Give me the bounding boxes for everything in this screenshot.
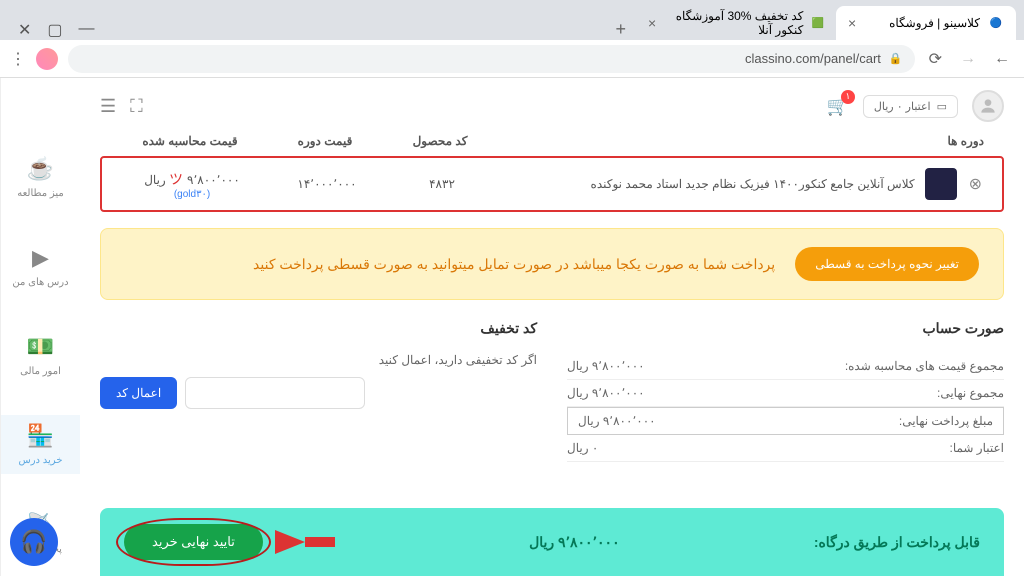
reload-icon[interactable]: ⟳ (925, 45, 946, 73)
discount-desc: اگر کد تخفیفی دارید، اعمال کنید (100, 353, 537, 367)
profile-avatar[interactable] (36, 48, 58, 70)
close-window-icon[interactable]: ✕ (18, 20, 31, 40)
summary-line: اعتبار شما: ۰ ریال (567, 435, 1004, 462)
sidebar-item-label: درس های من (12, 277, 68, 288)
change-payment-button[interactable]: تغییر نحوه پرداخت به قسطی (795, 247, 979, 281)
tab-title: کلاسینو | فروشگاه (889, 16, 980, 30)
confirm-purchase-button[interactable]: تایید نهایی خرید (124, 524, 263, 560)
col-course: دوره ها (490, 134, 984, 148)
discount-tag: (gold۳۰) (174, 189, 210, 200)
headset-icon: 🎧 (20, 529, 47, 555)
summary-value: ۹٬۸۰۰٬۰۰۰ ریال (578, 414, 656, 428)
payment-bar: قابل پرداخت از طریق درگاه: ۹٬۸۰۰٬۰۰۰ ریا… (100, 508, 1004, 576)
sidebar-item-finance[interactable]: 💵 امور مالی (1, 326, 80, 385)
lock-icon: 🔒 (889, 52, 903, 65)
cart-button[interactable]: 🛒۱ (826, 96, 848, 117)
credit-label: اعتبار ۰ ریال (874, 100, 931, 113)
alert-text: پرداخت شما به صورت یکجا میباشد در صورت ت… (125, 256, 775, 273)
sidebar-item-desk[interactable]: ☕ میز مطالعه (1, 148, 80, 207)
pay-amount: ۹٬۸۰۰٬۰۰۰ ریال (529, 534, 620, 551)
tab-favicon: 🔵 (988, 15, 1004, 31)
new-tab-button[interactable]: + (605, 19, 636, 40)
calculated-price: ツ۹٬۸۰۰٬۰۰۰ ریال (gold۳۰) (122, 169, 262, 200)
col-price: قیمت دوره (260, 134, 390, 148)
user-avatar[interactable] (972, 90, 1004, 122)
browser-nav-bar: ← → ⟳ 🔒 classino.com/panel/cart ⋮ (0, 40, 1024, 78)
desk-icon: ☕ (27, 156, 54, 182)
discount-panel: کد تخفیف اگر کد تخفیفی دارید، اعمال کنید… (100, 320, 537, 462)
cart-table-header: دوره ها کد محصول قیمت دوره قیمت محاسبه ش… (100, 134, 1004, 156)
cart-badge: ۱ (841, 90, 855, 104)
sidebar-item-shop[interactable]: 🏪 خرید درس (1, 415, 80, 474)
sidebar: ☕ میز مطالعه ▶ درس های من 💵 امور مالی 🏪 … (0, 78, 80, 576)
hamburger-icon[interactable]: ☰ (100, 96, 116, 117)
cart-item-row: ⊗ کلاس آنلاین جامع کنکور۱۴۰۰ فیزیک نظام … (100, 156, 1004, 212)
credit-display: ▭ اعتبار ۰ ریال (863, 95, 958, 118)
url-text: classino.com/panel/cart (745, 51, 881, 66)
arrow-annotation (305, 537, 335, 547)
remove-item-button[interactable]: ⊗ (969, 174, 982, 194)
sidebar-item-label: میز مطالعه (17, 188, 64, 199)
pay-label: قابل پرداخت از طریق درگاه: (814, 534, 980, 551)
col-calculated: قیمت محاسبه شده (120, 134, 260, 148)
apply-discount-button[interactable]: اعمال کد (100, 377, 177, 409)
summary-label: اعتبار شما: (598, 441, 1004, 455)
window-controls: — ▢ ✕ (8, 20, 105, 40)
browser-tab-active[interactable]: 🔵 کلاسینو | فروشگاه × (836, 6, 1016, 40)
summary-label: مجموع نهایی: (645, 386, 1004, 400)
url-bar[interactable]: 🔒 classino.com/panel/cart (68, 45, 915, 73)
summary-label: مبلغ پرداخت نهایی: (656, 414, 993, 428)
course-price: ۱۴٬۰۰۰٬۰۰۰ (262, 177, 392, 191)
summary-label: مجموع قیمت های محاسبه شده: (645, 359, 1004, 373)
summary-value: ۹٬۸۰۰٬۰۰۰ ریال (567, 359, 645, 373)
course-code: ۴۸۳۲ (392, 177, 492, 191)
forward-icon[interactable]: → (956, 46, 980, 72)
summary-value: ۹٬۸۰۰٬۰۰۰ ریال (567, 386, 645, 400)
tab-favicon: 🟩 (811, 15, 824, 31)
col-code: کد محصول (390, 134, 490, 148)
smile-icon: ツ (169, 171, 183, 187)
discount-input[interactable] (185, 377, 365, 409)
fullscreen-icon[interactable]: ⛶ (130, 96, 143, 117)
discount-title: کد تخفیف (100, 320, 537, 337)
main-content: ▭ اعتبار ۰ ریال 🛒۱ ⛶ ☰ دوره ها کد محصول … (80, 78, 1024, 576)
sidebar-item-label: امور مالی (20, 366, 61, 377)
money-icon: 💵 (27, 334, 54, 360)
close-icon[interactable]: × (848, 15, 856, 31)
sidebar-item-lessons[interactable]: ▶ درس های من (1, 237, 80, 296)
summary-value: ۰ ریال (567, 441, 598, 455)
support-chat-button[interactable]: 🎧 (10, 518, 58, 566)
browser-tab-strip: 🔵 کلاسینو | فروشگاه × 🟩 کد تخفیف %30 آمو… (0, 0, 1024, 40)
course-thumbnail (925, 168, 957, 200)
summary-line: مجموع قیمت های محاسبه شده: ۹٬۸۰۰٬۰۰۰ ریا… (567, 353, 1004, 380)
wallet-icon: ▭ (937, 100, 947, 113)
maximize-icon[interactable]: ▢ (47, 20, 62, 40)
summary-line-final: مبلغ پرداخت نهایی: ۹٬۸۰۰٬۰۰۰ ریال (567, 407, 1004, 435)
arrow-icon (275, 530, 305, 554)
browser-tab-inactive[interactable]: 🟩 کد تخفیف %30 آموزشگاه کنکور آنلا × (636, 6, 836, 40)
menu-icon[interactable]: ⋮ (10, 49, 26, 69)
play-icon: ▶ (32, 245, 49, 271)
payment-alert: تغییر نحوه پرداخت به قسطی پرداخت شما به … (100, 228, 1004, 300)
calc-value: ۹٬۸۰۰٬۰۰۰ ریال (144, 173, 240, 187)
tab-title: کد تخفیف %30 آموزشگاه کنکور آنلا (664, 9, 803, 37)
back-icon[interactable]: ← (990, 46, 1014, 72)
close-icon[interactable]: × (648, 15, 656, 31)
summary-title: صورت حساب (567, 320, 1004, 337)
minimize-icon[interactable]: — (79, 20, 95, 40)
summary-line: مجموع نهایی: ۹٬۸۰۰٬۰۰۰ ریال (567, 380, 1004, 407)
app-topbar: ▭ اعتبار ۰ ریال 🛒۱ ⛶ ☰ (100, 90, 1004, 122)
summary-panel: صورت حساب مجموع قیمت های محاسبه شده: ۹٬۸… (567, 320, 1004, 462)
course-title: کلاس آنلاین جامع کنکور۱۴۰۰ فیزیک نظام جد… (492, 177, 915, 191)
sidebar-item-label: خرید درس (19, 455, 63, 466)
shop-icon: 🏪 (27, 423, 54, 449)
